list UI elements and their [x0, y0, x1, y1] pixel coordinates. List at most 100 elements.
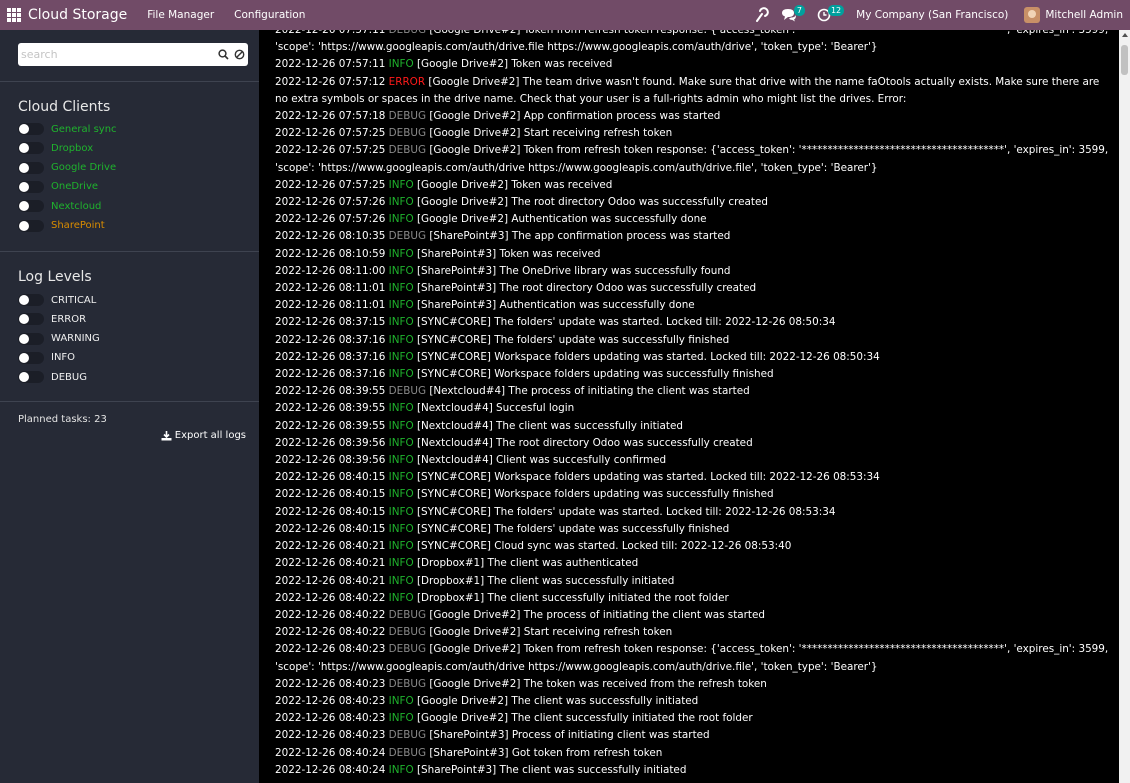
log-line: 2022-12-26 08:40:15 INFO [SYNC#CORE] Wor…	[275, 469, 1111, 486]
log-message: [SharePoint#3] The client was successful…	[416, 763, 687, 776]
log-level-label: INFO	[51, 352, 76, 364]
log-timestamp: 2022-12-26 07:57:26	[275, 196, 386, 209]
activities-button[interactable]: 12	[817, 4, 845, 22]
log-timestamp: 2022-12-26 08:40:22	[275, 591, 386, 604]
search-input[interactable]	[18, 44, 216, 65]
toggle-switch[interactable]	[18, 161, 44, 174]
clear-search-icon[interactable]	[232, 48, 246, 62]
log-level: INFO	[388, 299, 414, 312]
cloud-client-toggle-row[interactable]: General sync	[18, 122, 117, 136]
log-level: DEBUG	[388, 127, 427, 140]
cloud-client-toggle-row[interactable]: OneDrive	[18, 180, 98, 194]
toggle-switch[interactable]	[18, 142, 44, 155]
log-timestamp: 2022-12-26 08:40:23	[275, 712, 386, 725]
toggle-switch[interactable]	[18, 371, 44, 384]
toggle-switch[interactable]	[18, 200, 44, 213]
cloud-client-toggle-row[interactable]: Nextcloud	[18, 199, 101, 213]
app-title[interactable]: Cloud Storage	[28, 7, 127, 23]
log-timestamp: 2022-12-26 07:57:18	[275, 110, 386, 123]
log-message: [Google Drive#2] Token was received	[416, 58, 613, 71]
log-level: DEBUG	[388, 608, 427, 621]
apps-grid-icon[interactable]	[7, 8, 21, 22]
toggle-switch[interactable]	[18, 123, 44, 135]
log-line: 2022-12-26 08:37:16 INFO [SYNC#CORE] The…	[275, 332, 1111, 349]
log-line: 2022-12-26 07:57:26 INFO [Google Drive#2…	[275, 194, 1111, 211]
log-line: 2022-12-26 08:40:24 DEBUG [SharePoint#3]…	[275, 745, 1111, 762]
log-timestamp: 2022-12-26 08:37:15	[275, 316, 386, 329]
log-message: [SharePoint#3] The root directory Odoo w…	[416, 282, 757, 295]
log-message: [Dropbox#1] The client was successfully …	[416, 574, 675, 587]
log-message: [SharePoint#3] Token was received	[416, 247, 601, 260]
log-message: [Google Drive#2] The token was received …	[429, 677, 767, 690]
log-level: DEBUG	[388, 677, 427, 690]
log-line: 2022-12-26 08:11:01 INFO [SharePoint#3] …	[275, 297, 1111, 314]
scroll-up-arrow-icon[interactable]	[1122, 33, 1128, 37]
cloud-client-toggle-row[interactable]: Dropbox	[18, 141, 93, 155]
activities-badge: 12	[827, 4, 845, 16]
log-line: 2022-12-26 07:57:11 INFO [Google Drive#2…	[275, 56, 1111, 73]
planned-tasks-count: Planned tasks: 23	[18, 414, 107, 425]
log-level-toggle-row[interactable]: DEBUG	[18, 370, 87, 384]
cloud-client-toggle-row[interactable]: SharePoint	[18, 219, 105, 233]
log-message: [SharePoint#3] Process of initiating cli…	[429, 729, 710, 742]
log-message: [Google Drive#2] The process of initiati…	[429, 608, 765, 621]
log-timestamp: 2022-12-26 08:40:22	[275, 626, 386, 639]
export-all-logs-button[interactable]: Export all logs	[161, 430, 246, 441]
log-level: INFO	[388, 471, 414, 484]
log-timestamp: 2022-12-26 07:57:12	[275, 75, 386, 88]
log-line: 2022-12-26 08:40:23 INFO [Google Drive#2…	[275, 693, 1111, 710]
log-level: INFO	[388, 540, 414, 553]
menu-file-manager[interactable]: File Manager	[147, 9, 214, 21]
toggle-switch[interactable]	[18, 294, 44, 306]
toggle-switch[interactable]	[18, 332, 44, 345]
toggle-switch[interactable]	[18, 219, 44, 232]
log-message: [Nextcloud#4] The root directory Odoo wa…	[416, 436, 753, 449]
log-level: INFO	[388, 316, 414, 329]
toggle-switch[interactable]	[18, 180, 44, 193]
menu-configuration[interactable]: Configuration	[234, 9, 305, 21]
user-menu[interactable]: Mitchell Admin	[1024, 7, 1123, 23]
cloud-client-label: Google Drive	[51, 162, 117, 174]
log-level-toggle-row[interactable]: ERROR	[18, 312, 86, 326]
log-level: DEBUG	[388, 230, 427, 243]
log-line: 2022-12-26 08:40:24 INFO [SharePoint#3] …	[275, 762, 1111, 779]
log-line: 2022-12-26 08:37:16 INFO [SYNC#CORE] Wor…	[275, 349, 1111, 366]
debug-bug-icon[interactable]	[753, 7, 769, 23]
cloud-client-label: OneDrive	[51, 181, 99, 193]
log-level: INFO	[388, 333, 414, 346]
log-line: 2022-12-26 08:37:15 INFO [SYNC#CORE] The…	[275, 314, 1111, 331]
log-message: [SharePoint#3] The app confirmation proc…	[429, 230, 731, 243]
log-level: INFO	[388, 350, 414, 363]
cloud-client-toggle-row[interactable]: Google Drive	[18, 161, 116, 175]
log-timestamp: 2022-12-26 07:57:11	[275, 30, 386, 36]
search-icon[interactable]	[216, 48, 230, 62]
log-timestamp: 2022-12-26 08:40:23	[275, 694, 386, 707]
log-message: [Nextcloud#4] The client was successfull…	[416, 419, 683, 432]
log-message: [SYNC#CORE] The folders' update was star…	[416, 316, 836, 329]
toggle-switch[interactable]	[18, 351, 44, 364]
log-timestamp: 2022-12-26 07:57:26	[275, 213, 386, 226]
log-line: 2022-12-26 08:37:16 INFO [SYNC#CORE] Wor…	[275, 366, 1111, 383]
log-level: INFO	[388, 58, 414, 71]
log-timestamp: 2022-12-26 08:40:23	[275, 729, 386, 742]
log-level-toggle-row[interactable]: CRITICAL	[18, 293, 96, 307]
toggle-switch[interactable]	[18, 313, 44, 326]
log-level: INFO	[388, 178, 414, 191]
log-scrollbar[interactable]	[1119, 30, 1130, 783]
log-level: DEBUG	[388, 110, 427, 123]
scrollbar-thumb[interactable]	[1121, 45, 1128, 75]
company-switcher[interactable]: My Company (San Francisco)	[856, 9, 1008, 21]
log-line: 2022-12-26 08:40:21 INFO [SYNC#CORE] Clo…	[275, 538, 1111, 555]
log-timestamp: 2022-12-26 08:10:35	[275, 230, 386, 243]
log-line: 2022-12-26 08:40:23 DEBUG [Google Drive#…	[275, 676, 1111, 693]
log-level-toggle-row[interactable]: INFO	[18, 351, 75, 365]
cloud-client-label: SharePoint	[51, 220, 105, 231]
log-level: INFO	[388, 282, 414, 295]
log-message: [SharePoint#3] Got token from refresh to…	[429, 746, 663, 759]
log-level: INFO	[388, 694, 414, 707]
log-line: 2022-12-26 08:39:55 INFO [Nextcloud#4] T…	[275, 418, 1111, 435]
log-line: 2022-12-26 08:10:35 DEBUG [SharePoint#3]…	[275, 228, 1111, 245]
log-level-toggle-row[interactable]: WARNING	[18, 332, 100, 346]
top-navbar: Cloud Storage File Manager Configuration…	[0, 0, 1130, 30]
messages-button[interactable]: 7	[781, 4, 805, 22]
